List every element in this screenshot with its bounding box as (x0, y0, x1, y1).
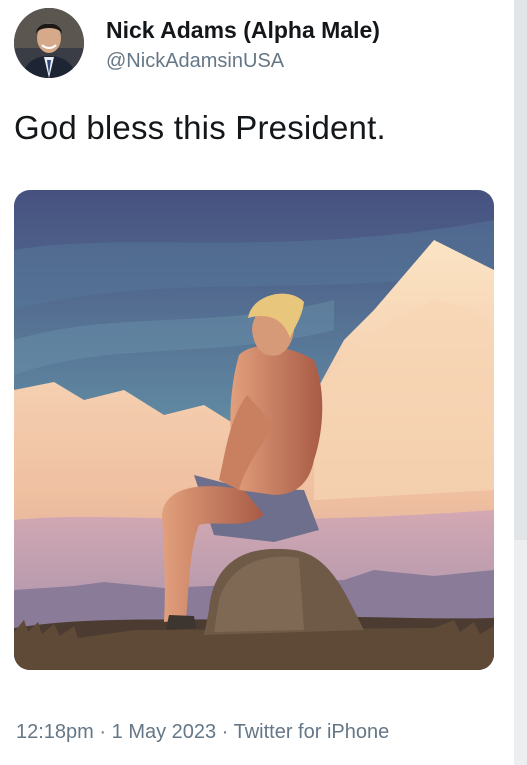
tweet-text: God bless this President. (14, 109, 386, 146)
scrollbar-track[interactable] (514, 0, 527, 765)
tweet-source[interactable]: Twitter for iPhone (234, 721, 390, 743)
avatar[interactable] (14, 8, 84, 78)
display-name[interactable]: Nick Adams (Alpha Male) (106, 16, 380, 44)
scrollbar-thumb[interactable] (514, 0, 527, 540)
meta-separator: · (221, 721, 229, 743)
user-handle[interactable]: @NickAdamsinUSA (106, 48, 380, 74)
author-names: Nick Adams (Alpha Male) @NickAdamsinUSA (106, 8, 380, 74)
illustration-image (14, 190, 494, 670)
tweet-date[interactable]: 1 May 2023 (112, 721, 217, 743)
tweet-page: Nick Adams (Alpha Male) @NickAdamsinUSA … (0, 0, 527, 765)
tweet-card: Nick Adams (Alpha Male) @NickAdamsinUSA … (14, 8, 494, 743)
tweet-media-image[interactable] (14, 190, 494, 670)
meta-separator: · (99, 721, 107, 743)
tweet-header: Nick Adams (Alpha Male) @NickAdamsinUSA (14, 8, 494, 80)
tweet-meta: 12:18pm · 1 May 2023 · Twitter for iPhon… (16, 721, 389, 744)
tweet-time[interactable]: 12:18pm (16, 721, 94, 743)
